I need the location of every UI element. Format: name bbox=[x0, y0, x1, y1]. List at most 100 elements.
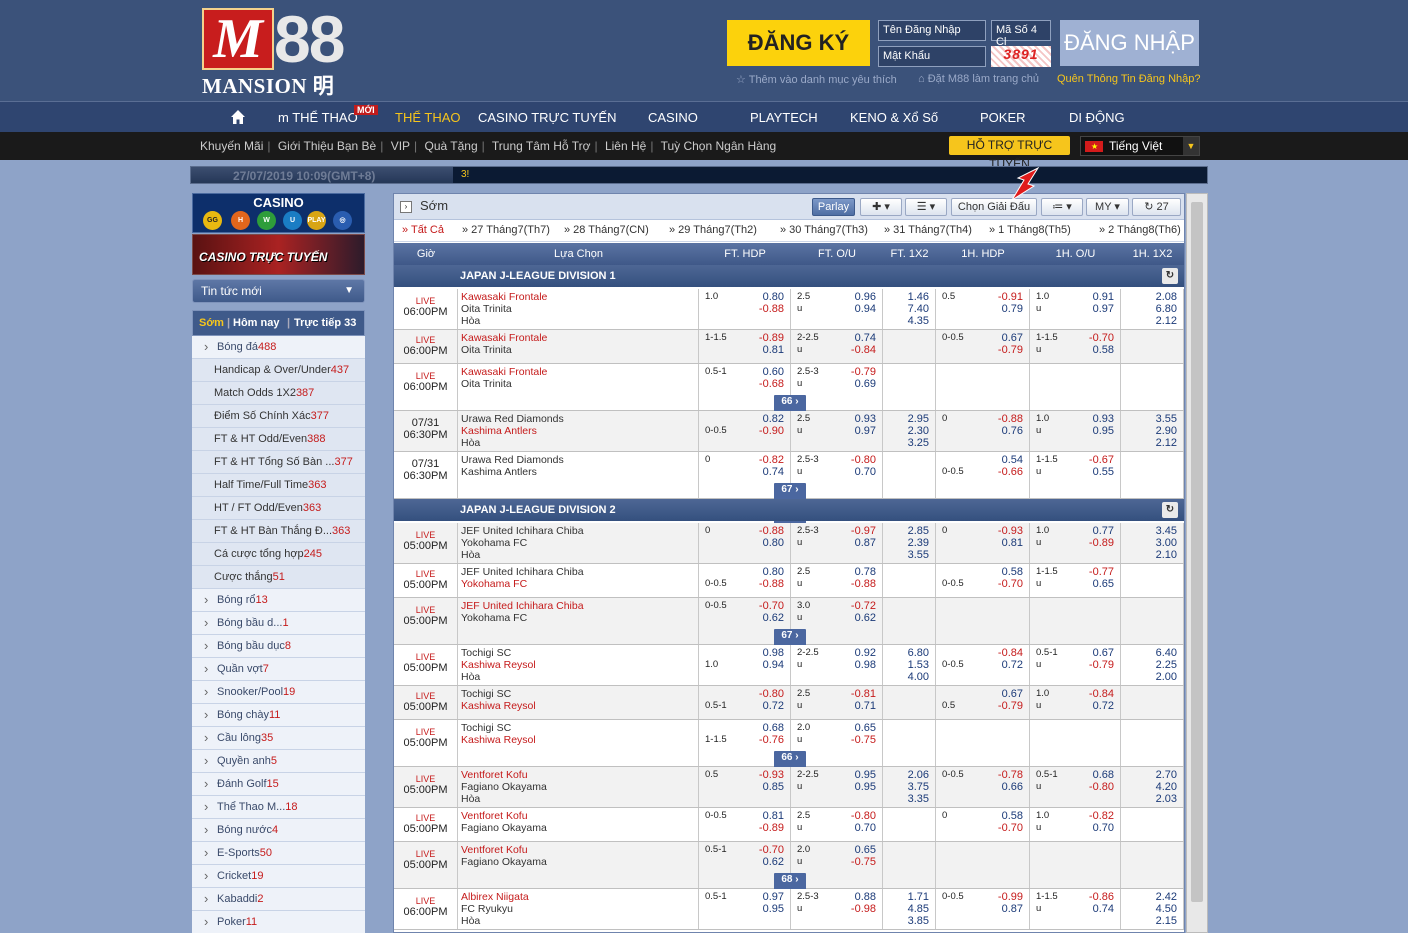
odds-value[interactable]: 0.79 bbox=[1002, 303, 1023, 315]
odds-value[interactable]: 0.65 bbox=[855, 844, 876, 856]
odds-value[interactable]: -0.72 bbox=[851, 600, 876, 612]
sport-item[interactable]: Snooker/Pool19 bbox=[192, 681, 365, 704]
news-dropdown[interactable]: Tin tức mới ▼ bbox=[192, 279, 365, 303]
odds-value[interactable]: 0.70 bbox=[855, 466, 876, 478]
odds-1x2-value[interactable]: 4.50 bbox=[1156, 903, 1177, 915]
odds-1x2-value[interactable]: 4.35 bbox=[908, 315, 929, 327]
odds-value[interactable]: -0.89 bbox=[759, 822, 784, 834]
team-name[interactable]: Kashiwa Reysol bbox=[461, 700, 698, 712]
odds-value[interactable]: 0.65 bbox=[855, 722, 876, 734]
odds-value[interactable]: 0.95 bbox=[763, 903, 784, 915]
team-name[interactable]: Oita Trinita bbox=[461, 344, 698, 356]
odds-value[interactable]: -0.90 bbox=[759, 425, 784, 437]
team-name[interactable]: Fagiano Okayama bbox=[461, 856, 698, 868]
odds-value[interactable]: -0.98 bbox=[851, 903, 876, 915]
add-favorite-link[interactable]: ☆ Thêm vào danh mục yêu thích bbox=[736, 73, 897, 86]
odds-value[interactable]: 0.58 bbox=[1093, 344, 1114, 356]
odds-1x2-value[interactable]: 2.06 bbox=[908, 769, 929, 781]
sport-item[interactable]: Bóng rổ13 bbox=[192, 589, 365, 612]
odds-value[interactable]: -0.67 bbox=[1089, 454, 1114, 466]
sport-item[interactable]: FT & HT Odd/Even388 bbox=[192, 428, 365, 451]
odds-value[interactable]: 0.74 bbox=[1093, 903, 1114, 915]
subnav-gifts[interactable]: Quà Tặng bbox=[425, 139, 478, 153]
sport-item[interactable]: Cầu lông35 bbox=[192, 727, 365, 750]
odds-1x2-value[interactable]: 6.40 bbox=[1156, 647, 1177, 659]
odds-1x2-value[interactable]: 2.90 bbox=[1156, 425, 1177, 437]
odds-value[interactable]: -0.93 bbox=[759, 769, 784, 781]
nav-live-casino[interactable]: CASINO TRỰC TUYẾN bbox=[478, 110, 616, 125]
odds-value[interactable]: -0.70 bbox=[759, 600, 784, 612]
odds-value[interactable]: 0.68 bbox=[763, 722, 784, 734]
team-name[interactable]: Ventforet Kofu bbox=[461, 810, 698, 822]
team-name[interactable]: Kawasaki Frontale bbox=[461, 291, 698, 303]
team-name[interactable]: Oita Trinita bbox=[461, 303, 698, 315]
odds-value[interactable]: -0.75 bbox=[851, 856, 876, 868]
subnav-contact[interactable]: Liên Hệ bbox=[605, 139, 646, 153]
odds-value[interactable]: 0.77 bbox=[1093, 525, 1114, 537]
odds-1x2-value[interactable]: 2.12 bbox=[1156, 437, 1177, 449]
refresh-icon[interactable]: ↻ bbox=[1162, 502, 1178, 518]
sport-item[interactable]: Quyền anh5 bbox=[192, 750, 365, 773]
odds-value[interactable]: -0.88 bbox=[851, 578, 876, 590]
odds-1x2-value[interactable]: 3.45 bbox=[1156, 525, 1177, 537]
odds-value[interactable]: -0.93 bbox=[998, 525, 1023, 537]
odds-1x2-value[interactable]: 2.10 bbox=[1156, 549, 1177, 561]
subnav-help-center[interactable]: Trung Tâm Hỗ Trợ bbox=[492, 139, 591, 153]
odds-1x2-value[interactable]: 6.80 bbox=[908, 647, 929, 659]
language-select[interactable]: Tiếng Việt ▼ bbox=[1080, 136, 1200, 156]
odds-value[interactable]: -0.79 bbox=[1089, 659, 1114, 671]
odds-value[interactable]: 0.80 bbox=[763, 291, 784, 303]
tab-today[interactable]: Hôm nay bbox=[233, 311, 279, 335]
odds-1x2-value[interactable]: 1.46 bbox=[908, 291, 929, 303]
odds-value[interactable]: 0.96 bbox=[855, 291, 876, 303]
odds-1x2-value[interactable]: 3.55 bbox=[908, 549, 929, 561]
captcha-code-field[interactable]: Mã Số 4 Cl bbox=[991, 20, 1051, 48]
date-filter-item[interactable]: » 29 Tháng7(Th2) bbox=[669, 224, 757, 236]
sport-item[interactable]: E-Sports50 bbox=[192, 842, 365, 865]
sport-item[interactable]: FT & HT Bàn Thắng Đ...363 bbox=[192, 520, 365, 543]
refresh-button[interactable]: ↻ 27 bbox=[1132, 198, 1181, 216]
odds-value[interactable]: 0.95 bbox=[1093, 425, 1114, 437]
odds-value[interactable]: -0.80 bbox=[851, 454, 876, 466]
odds-value[interactable]: -0.79 bbox=[998, 344, 1023, 356]
odds-value[interactable]: 0.54 bbox=[1002, 454, 1023, 466]
subnav-refer-friend[interactable]: Giới Thiệu Bạn Bè bbox=[278, 139, 376, 153]
sport-item[interactable]: Poker11 bbox=[192, 911, 365, 933]
odds-value[interactable]: -0.80 bbox=[759, 688, 784, 700]
odds-value[interactable]: 0.72 bbox=[1002, 659, 1023, 671]
sport-item[interactable]: Match Odds 1X2387 bbox=[192, 382, 365, 405]
team-name[interactable]: JEF United Ichihara Chiba bbox=[461, 600, 698, 612]
live-support-button[interactable]: HỖ TRỢ TRỰC TUYẾN bbox=[949, 136, 1070, 171]
sport-item[interactable]: Bóng bầu dục8 bbox=[192, 635, 365, 658]
odds-value[interactable]: 0.98 bbox=[855, 659, 876, 671]
date-filter-item[interactable]: » 30 Tháng7(Th3) bbox=[780, 224, 868, 236]
odds-value[interactable]: 0.55 bbox=[1093, 466, 1114, 478]
odds-value[interactable]: -0.76 bbox=[759, 734, 784, 746]
odds-value[interactable]: 0.58 bbox=[1002, 566, 1023, 578]
add-bet-dropdown[interactable]: ✚ ▾ bbox=[860, 198, 902, 216]
team-name[interactable]: Tochigi SC bbox=[461, 688, 698, 700]
odds-value[interactable]: -0.68 bbox=[759, 378, 784, 390]
odds-value[interactable]: 0.81 bbox=[1002, 537, 1023, 549]
odds-value[interactable]: 0.72 bbox=[763, 700, 784, 712]
odds-value[interactable]: -0.78 bbox=[998, 769, 1023, 781]
date-filter-item[interactable]: » 28 Tháng7(CN) bbox=[564, 224, 649, 236]
odds-value[interactable]: -0.84 bbox=[851, 344, 876, 356]
tab-early[interactable]: Sớm bbox=[199, 311, 224, 335]
nav-m-sports[interactable]: m THỂ THAO bbox=[278, 110, 358, 125]
odds-value[interactable]: 0.87 bbox=[855, 537, 876, 549]
sport-item[interactable]: Đánh Golf15 bbox=[192, 773, 365, 796]
team-name[interactable]: Fagiano Okayama bbox=[461, 822, 698, 834]
team-name[interactable]: FC Ryukyu bbox=[461, 903, 698, 915]
team-name[interactable]: Urawa Red Diamonds bbox=[461, 413, 698, 425]
odds-1x2-value[interactable]: 2.39 bbox=[908, 537, 929, 549]
odds-value[interactable]: -0.70 bbox=[998, 822, 1023, 834]
odds-value[interactable]: -0.97 bbox=[851, 525, 876, 537]
odds-value[interactable]: 0.97 bbox=[1093, 303, 1114, 315]
odds-value[interactable]: -0.86 bbox=[1089, 891, 1114, 903]
odds-value[interactable]: 0.93 bbox=[1093, 413, 1114, 425]
sport-item[interactable]: Bóng bầu d...1 bbox=[192, 612, 365, 635]
odds-value[interactable]: 0.97 bbox=[763, 891, 784, 903]
odds-value[interactable]: -0.84 bbox=[1089, 688, 1114, 700]
password-field[interactable]: Mật Khẩu bbox=[878, 46, 986, 67]
